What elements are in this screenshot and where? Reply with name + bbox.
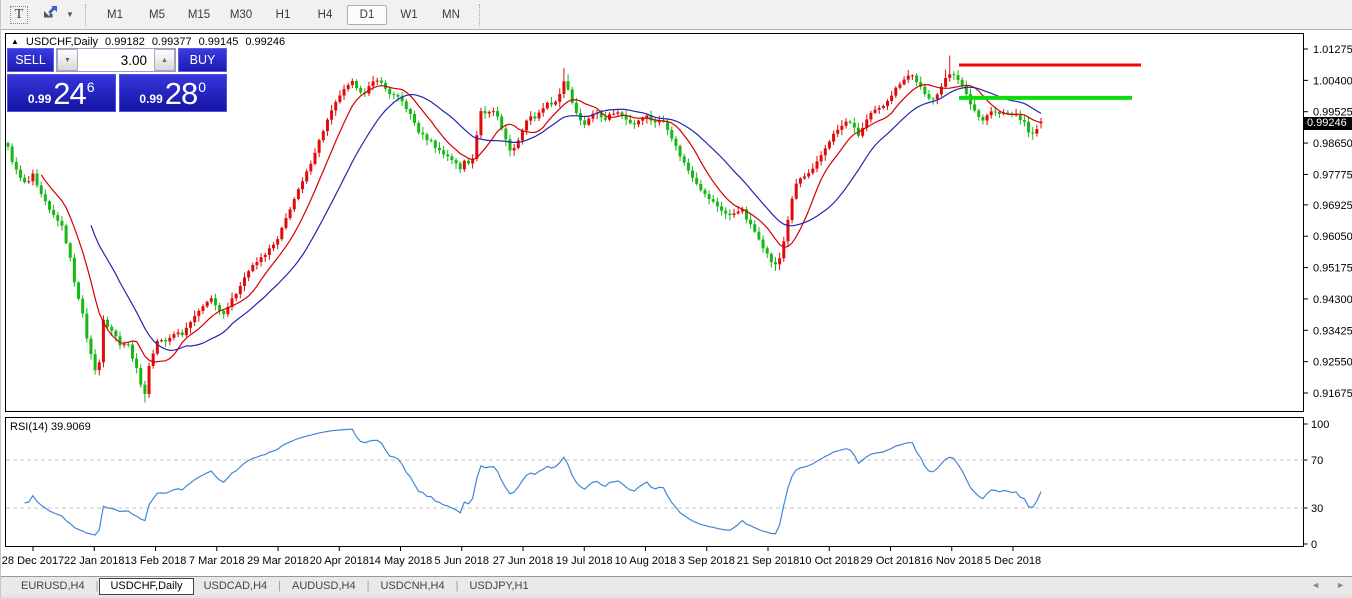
svg-text:0.96050: 0.96050	[1313, 231, 1352, 243]
svg-text:70: 70	[1311, 455, 1323, 467]
chart-tab-bar: EURUSD,H4|USDCHF,DailyUSDCAD,H4|AUDUSD,H…	[1, 576, 1352, 595]
triangle-up-icon: ▲	[161, 57, 168, 64]
mt4-window: T ▼ M1M5M15M30H1H4D1W1MN 1.012751.004000…	[0, 0, 1352, 598]
tab-scroll-left-icon[interactable]: ◄	[1311, 580, 1320, 590]
triangle-down-icon: ▼	[64, 57, 71, 64]
tab-divider: |	[367, 580, 370, 592]
ohlc-high: 0.99377	[152, 36, 192, 48]
svg-text:30: 30	[1311, 503, 1323, 515]
tab-divider: |	[96, 580, 99, 592]
svg-text:7 Mar 2018: 7 Mar 2018	[189, 555, 245, 567]
svg-text:0: 0	[1311, 539, 1317, 551]
chart-tab-usdjpy[interactable]: USDJPY,H1	[459, 579, 538, 594]
svg-text:22 Jan 2018: 22 Jan 2018	[64, 555, 125, 567]
volume-decrease-button[interactable]: ▼	[57, 49, 78, 71]
svg-text:0.97775: 0.97775	[1313, 169, 1352, 181]
buy-button[interactable]: BUY	[178, 48, 227, 72]
svg-text:0.95175: 0.95175	[1313, 263, 1352, 275]
price-axis[interactable]: 1.012751.004000.995250.986500.977750.969…	[1304, 44, 1352, 400]
chart-header: ▲ USDCHF,Daily 0.99182 0.99377 0.99145 0…	[11, 36, 285, 48]
chart-tab-usdcad[interactable]: USDCAD,H4	[194, 579, 278, 594]
tab-divider: |	[278, 580, 281, 592]
current-price-badge: 0.99246	[1304, 117, 1352, 130]
chart-tab-eurusd[interactable]: EURUSD,H4	[11, 579, 95, 594]
svg-text:20 Apr 2018: 20 Apr 2018	[310, 555, 369, 567]
svg-text:0.96925: 0.96925	[1313, 200, 1352, 212]
chart-tab-usdchf[interactable]: USDCHF,Daily	[99, 578, 193, 595]
volume-stepper: ▼ 3.00 ▲	[56, 48, 176, 72]
buy-price-box[interactable]: 0.99 28 0	[119, 74, 228, 112]
svg-text:13 Feb 2018: 13 Feb 2018	[125, 555, 187, 567]
svg-text:0.91675: 0.91675	[1313, 388, 1352, 400]
chart-tab-audusd[interactable]: AUDUSD,H4	[282, 579, 366, 594]
svg-text:10 Aug 2018: 10 Aug 2018	[615, 555, 677, 567]
volume-value[interactable]: 3.00	[78, 49, 154, 71]
svg-text:5 Jun 2018: 5 Jun 2018	[435, 555, 489, 567]
chart-symbol-label: USDCHF,Daily	[26, 36, 98, 48]
ohlc-low: 0.99145	[199, 36, 239, 48]
ohlc-open: 0.99182	[105, 36, 145, 48]
svg-text:0.92550: 0.92550	[1313, 357, 1352, 369]
svg-text:0.98650: 0.98650	[1313, 138, 1352, 150]
svg-text:29 Oct 2018: 29 Oct 2018	[861, 555, 921, 567]
svg-text:100: 100	[1311, 419, 1329, 431]
chart-tab-usdcnh[interactable]: USDCNH,H4	[370, 579, 454, 594]
svg-text:14 May 2018: 14 May 2018	[369, 555, 433, 567]
svg-text:0.93425: 0.93425	[1313, 325, 1352, 337]
tab-scroll-right-icon[interactable]: ►	[1336, 580, 1345, 590]
svg-text:1.00400: 1.00400	[1313, 75, 1352, 87]
svg-text:21 Sep 2018: 21 Sep 2018	[737, 555, 799, 567]
svg-text:5 Dec 2018: 5 Dec 2018	[985, 555, 1041, 567]
svg-text:3 Sep 2018: 3 Sep 2018	[679, 555, 735, 567]
svg-text:19 Jul 2018: 19 Jul 2018	[556, 555, 613, 567]
svg-text:29 Mar 2018: 29 Mar 2018	[247, 555, 309, 567]
tab-divider: |	[456, 580, 459, 592]
svg-text:1.01275: 1.01275	[1313, 44, 1352, 56]
svg-text:28 Dec 2017: 28 Dec 2017	[2, 555, 64, 567]
sell-price-box[interactable]: 0.99 24 6	[7, 74, 116, 112]
sell-button[interactable]: SELL	[7, 48, 54, 72]
svg-text:0.94300: 0.94300	[1313, 294, 1352, 306]
svg-text:27 Jun 2018: 27 Jun 2018	[493, 555, 554, 567]
volume-increase-button[interactable]: ▲	[154, 49, 175, 71]
date-axis[interactable]: 28 Dec 201722 Jan 201813 Feb 20187 Mar 2…	[2, 547, 1041, 568]
rsi-indicator-label: RSI(14) 39.9069	[10, 421, 91, 433]
ohlc-close: 0.99246	[245, 36, 285, 48]
one-click-trading-panel: SELL ▼ 3.00 ▲ BUY 0.99 24 6 0.	[7, 48, 227, 112]
tab-scroll-arrows: ◄ ►	[1311, 580, 1345, 590]
svg-text:10 Oct 2018: 10 Oct 2018	[799, 555, 859, 567]
subwindow-expand-icon[interactable]: ▲	[11, 37, 19, 46]
svg-text:16 Nov 2018: 16 Nov 2018	[921, 555, 983, 567]
